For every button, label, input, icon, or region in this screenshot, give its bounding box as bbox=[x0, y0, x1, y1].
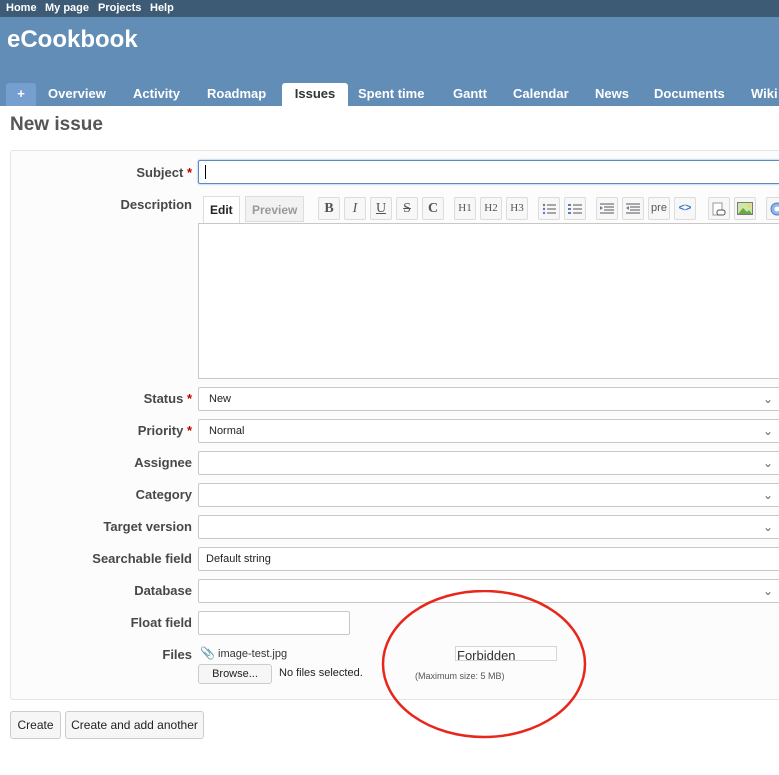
description-label: Description bbox=[120, 197, 192, 212]
status-select[interactable]: New ⌄ bbox=[198, 387, 779, 411]
numbered-list-icon[interactable] bbox=[564, 197, 586, 220]
heading2-button[interactable]: H2 bbox=[480, 197, 502, 220]
assignee-label: Assignee bbox=[134, 455, 192, 470]
underline-button[interactable]: U bbox=[370, 197, 392, 220]
attachment-item: 📎 image-test.jpg bbox=[200, 646, 287, 660]
strikethrough-button[interactable]: S bbox=[396, 197, 418, 220]
attached-file-name[interactable]: image-test.jpg bbox=[218, 648, 287, 660]
bullet-list-icon[interactable] bbox=[538, 197, 560, 220]
top-menu-help[interactable]: Help bbox=[150, 2, 174, 14]
tab-calendar[interactable]: Calendar bbox=[513, 83, 569, 106]
link-icon[interactable] bbox=[708, 197, 730, 220]
category-select[interactable]: ⌄ bbox=[198, 483, 779, 507]
browse-button[interactable]: Browse... bbox=[198, 664, 272, 684]
header: eCookbook + Overview Activity Roadmap Is… bbox=[0, 17, 779, 106]
target-version-label: Target version bbox=[103, 519, 192, 534]
inline-code-button[interactable]: C bbox=[422, 197, 444, 220]
chevron-down-icon: ⌄ bbox=[762, 584, 773, 598]
tab-spent-time[interactable]: Spent time bbox=[358, 83, 424, 106]
assignee-select[interactable]: ⌄ bbox=[198, 451, 779, 475]
tab-gantt[interactable]: Gantt bbox=[453, 83, 487, 106]
page-title: New issue bbox=[10, 114, 103, 135]
searchable-field-label: Searchable field bbox=[92, 551, 192, 566]
image-icon[interactable] bbox=[734, 197, 756, 220]
create-button[interactable]: Create bbox=[10, 711, 61, 739]
tab-overview[interactable]: Overview bbox=[48, 83, 106, 106]
status-value: New bbox=[209, 393, 232, 405]
float-field-input[interactable] bbox=[198, 611, 350, 635]
tab-roadmap[interactable]: Roadmap bbox=[207, 83, 266, 106]
editor-tab-edit[interactable]: Edit bbox=[203, 196, 240, 224]
top-menu-my-page[interactable]: My page bbox=[45, 2, 89, 14]
description-textarea[interactable] bbox=[198, 223, 779, 379]
tab-activity[interactable]: Activity bbox=[133, 83, 180, 106]
target-version-select[interactable]: ⌄ bbox=[198, 515, 779, 539]
database-label: Database bbox=[134, 583, 192, 598]
unquote-icon[interactable] bbox=[622, 197, 644, 220]
top-menu: Home My page Projects Help bbox=[0, 0, 779, 17]
chevron-down-icon: ⌄ bbox=[762, 424, 773, 438]
subject-label: Subject * bbox=[136, 165, 192, 180]
tab-new-plus[interactable]: + bbox=[6, 83, 36, 106]
category-label: Category bbox=[135, 487, 192, 502]
tab-wiki[interactable]: Wiki bbox=[751, 83, 778, 106]
priority-value: Normal bbox=[209, 425, 245, 437]
text-cursor bbox=[205, 165, 206, 180]
searchable-field-input[interactable]: Default string bbox=[198, 547, 779, 571]
top-menu-projects[interactable]: Projects bbox=[98, 2, 141, 14]
app-title: eCookbook bbox=[7, 26, 138, 53]
heading3-button[interactable]: H3 bbox=[506, 197, 528, 220]
annotation-circle bbox=[381, 590, 587, 739]
tab-documents[interactable]: Documents bbox=[654, 83, 725, 106]
preformatted-button[interactable]: pre bbox=[648, 197, 670, 220]
status-label: Status * bbox=[143, 391, 192, 406]
top-menu-home[interactable]: Home bbox=[6, 2, 37, 14]
float-field-label: Float field bbox=[130, 615, 192, 630]
italic-button[interactable]: I bbox=[344, 197, 366, 220]
code-block-button[interactable]: <> bbox=[674, 197, 696, 220]
quote-icon[interactable] bbox=[596, 197, 618, 220]
tab-news[interactable]: News bbox=[595, 83, 629, 106]
bold-button[interactable]: B bbox=[318, 197, 340, 220]
priority-select[interactable]: Normal ⌄ bbox=[198, 419, 779, 443]
priority-label: Priority * bbox=[137, 423, 192, 438]
tab-issues[interactable]: Issues bbox=[282, 83, 348, 106]
help-icon[interactable] bbox=[766, 197, 779, 220]
chevron-down-icon: ⌄ bbox=[762, 488, 773, 502]
subject-input[interactable] bbox=[198, 160, 779, 184]
files-label: Files bbox=[162, 647, 192, 662]
create-and-add-another-button[interactable]: Create and add another bbox=[65, 711, 204, 739]
heading1-button[interactable]: H1 bbox=[454, 197, 476, 220]
editor-tab-preview[interactable]: Preview bbox=[245, 196, 305, 222]
no-files-text: No files selected. bbox=[279, 667, 363, 679]
paperclip-icon: 📎 bbox=[200, 646, 215, 660]
chevron-down-icon: ⌄ bbox=[762, 392, 773, 406]
chevron-down-icon: ⌄ bbox=[762, 456, 773, 470]
chevron-down-icon: ⌄ bbox=[762, 520, 773, 534]
